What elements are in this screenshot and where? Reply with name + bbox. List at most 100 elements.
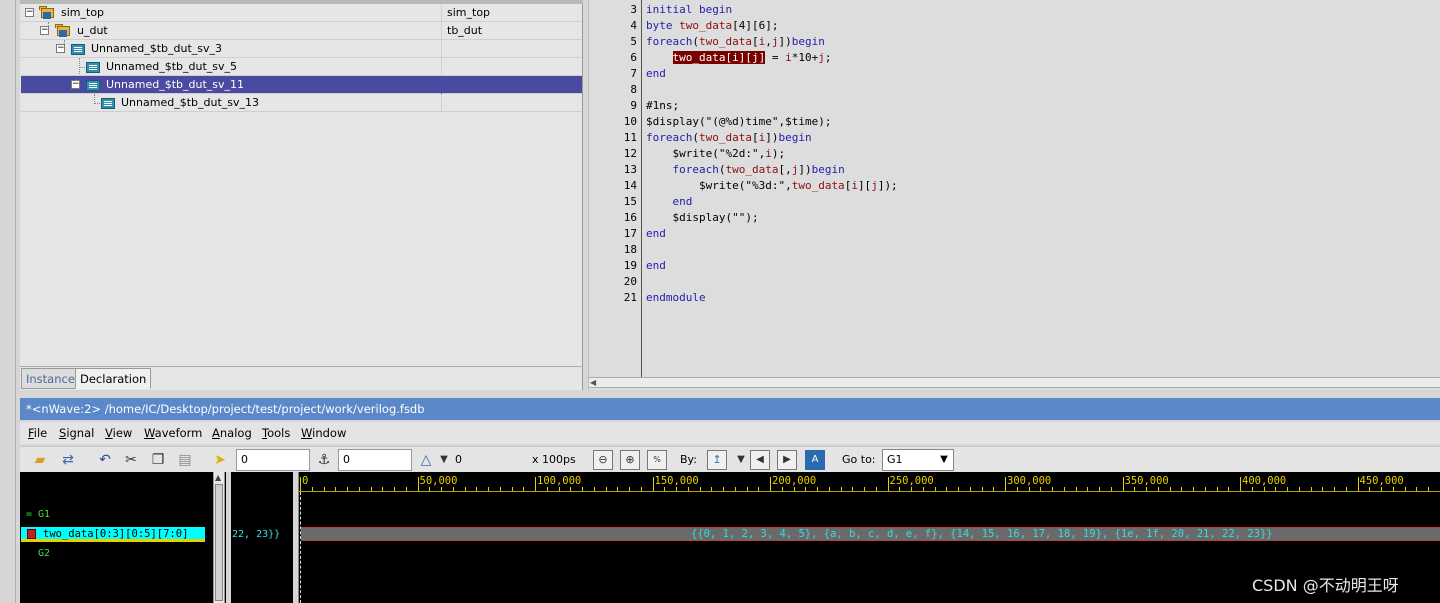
- code-token: =: [765, 51, 786, 64]
- selected-signal-row[interactable]: two_data[0:3][0:5][7:0]: [21, 527, 205, 542]
- pointer-icon[interactable]: ➤: [210, 450, 230, 470]
- instance-name: Unnamed_$tb_dut_sv_3: [91, 42, 223, 55]
- code-token: ]): [798, 163, 812, 176]
- code-token: (: [692, 131, 699, 144]
- ruler-minor-tick: [1392, 487, 1394, 491]
- tree-row-sim-top[interactable]: − sim_top sim_top: [21, 4, 582, 22]
- tree-row-unnamed-3[interactable]: − Unnamed_$tb_dut_sv_3: [21, 40, 582, 58]
- ruler-minor-tick: [1298, 487, 1300, 491]
- menu-waveform[interactable]: Waveform: [144, 422, 202, 444]
- signal-group-g1[interactable]: = G1: [26, 509, 50, 520]
- menu-file[interactable]: File: [28, 422, 47, 444]
- ruler-minor-tick: [311, 487, 313, 491]
- collapse-icon[interactable]: −: [71, 80, 80, 89]
- instance-name: sim_top: [61, 6, 105, 19]
- code-token: [4][6];: [732, 19, 779, 32]
- code-token: ]): [765, 131, 779, 144]
- zoom-in-icon[interactable]: ⊕: [620, 450, 640, 470]
- line-number: 9: [630, 99, 637, 112]
- menu-signal[interactable]: Signal: [59, 422, 94, 444]
- copy-icon[interactable]: ❐: [148, 450, 168, 470]
- scroll-thumb[interactable]: [215, 484, 223, 601]
- ruler-label: 350,000: [1124, 475, 1169, 487]
- instance-name: Unnamed_$tb_dut_sv_11: [106, 78, 244, 91]
- chevron-down-icon[interactable]: ▼: [936, 450, 952, 470]
- chevron-down-icon[interactable]: ▼: [434, 450, 454, 470]
- code-editor[interactable]: initial begin byte two_data[4][6]; forea…: [643, 0, 1440, 377]
- signal-group-g2[interactable]: G2: [38, 548, 50, 559]
- annotate-icon[interactable]: A: [805, 450, 825, 470]
- ruler-minor-tick: [1146, 487, 1147, 491]
- reload-icon[interactable]: ⇄: [58, 450, 78, 470]
- code-line-7: end: [646, 66, 666, 82]
- time-scale: x 100ps: [532, 453, 576, 466]
- nwave-title-bar[interactable]: *<nWave:2> /home/IC/Desktop/project/test…: [20, 398, 1440, 420]
- cursor-line: [300, 492, 301, 603]
- tree-row-u-dut[interactable]: − u_dut tb_dut: [21, 22, 582, 40]
- ruler-minor-tick: [617, 487, 619, 491]
- code-line-14: $write("%3d:",two_data[i][j]);: [646, 178, 898, 194]
- scroll-up-icon[interactable]: ▲: [215, 473, 223, 483]
- chevron-down-icon[interactable]: ▼: [731, 450, 751, 470]
- menubar: File Signal View Waveform Analog Tools W…: [20, 422, 1440, 444]
- code-line-5: foreach(two_data[i,j])begin: [646, 34, 825, 50]
- ruler-minor-tick: [1251, 487, 1253, 491]
- ruler-minor-tick: [817, 487, 818, 491]
- scope-block-icon: [85, 59, 101, 74]
- menu-tools[interactable]: Tools: [262, 422, 290, 444]
- menu-view[interactable]: View: [105, 422, 132, 444]
- tab-declaration[interactable]: Declaration: [75, 368, 152, 389]
- ruler-minor-tick: [1228, 487, 1230, 491]
- ruler-label: 50,000: [419, 475, 458, 487]
- tab-instance[interactable]: Instance: [21, 368, 80, 389]
- marker-time-input[interactable]: 0: [338, 449, 412, 471]
- line-number: 15: [623, 195, 637, 208]
- code-token: );: [818, 115, 832, 128]
- by-label: By:: [680, 453, 697, 466]
- tree-row-unnamed-5[interactable]: Unnamed_$tb_dut_sv_5: [21, 58, 582, 76]
- code-token: foreach: [646, 131, 693, 144]
- menu-mnemonic: W: [144, 426, 155, 440]
- code-token: $display("(@%d)time",: [646, 115, 786, 128]
- goto-label: Go to:: [842, 453, 876, 466]
- ruler-minor-tick: [558, 487, 560, 491]
- collapse-icon[interactable]: −: [56, 44, 65, 53]
- menu-label: ools: [267, 426, 291, 440]
- code-token: begin: [791, 35, 825, 48]
- ruler-minor-tick: [1134, 487, 1136, 491]
- cursor-time-input[interactable]: 0: [236, 449, 310, 471]
- code-token: [,: [778, 163, 792, 176]
- marker-icon[interactable]: ⚓: [314, 450, 334, 470]
- scroll-left-icon[interactable]: ◀: [590, 379, 600, 387]
- menu-window[interactable]: Window: [301, 422, 346, 444]
- next-edge-icon[interactable]: ▶: [777, 450, 797, 470]
- ruler-major-tick: [770, 477, 771, 491]
- cut-icon[interactable]: ✂: [121, 450, 141, 470]
- signal-scrollbar[interactable]: ▲: [213, 472, 225, 603]
- zoom-fit-icon[interactable]: %: [647, 450, 667, 470]
- hierarchy-tree: − sim_top sim_top − u_dut tb_dut − Unnam…: [21, 4, 582, 112]
- delta-icon[interactable]: △: [416, 450, 436, 470]
- window-left-edge: [0, 0, 16, 603]
- tree-row-unnamed-11[interactable]: − Unnamed_$tb_dut_sv_11: [21, 76, 582, 94]
- prev-edge-icon[interactable]: ◀: [750, 450, 770, 470]
- paste-icon[interactable]: ▤: [175, 450, 195, 470]
- edge-search-icon[interactable]: ↥: [707, 450, 727, 470]
- bus-waveform[interactable]: {{0, 1, 2, 3, 4, 5}, {a, b, c, d, e, f},…: [301, 527, 1440, 541]
- undo-icon[interactable]: ↶: [95, 450, 115, 470]
- tree-row-unnamed-13[interactable]: Unnamed_$tb_dut_sv_13: [21, 94, 582, 112]
- code-line-21: endmodule: [646, 290, 706, 306]
- time-ruler[interactable]: 0 50,000 100,000 150,000 200,000 250,000 300,0…: [299, 472, 1440, 492]
- zoom-out-icon[interactable]: ⊖: [593, 450, 613, 470]
- ruler-minor-tick: [1157, 487, 1159, 491]
- ruler-minor-tick: [640, 487, 642, 491]
- line-number: 17: [623, 227, 637, 240]
- ruler-minor-tick: [1087, 487, 1089, 491]
- menu-analog[interactable]: Analog: [212, 422, 252, 444]
- collapse-icon[interactable]: −: [25, 8, 34, 17]
- open-folder-icon[interactable]: ▰: [30, 450, 50, 470]
- instance-name: u_dut: [77, 24, 108, 37]
- collapse-icon[interactable]: −: [40, 26, 49, 35]
- horizontal-scrollbar[interactable]: ◀: [589, 377, 1440, 388]
